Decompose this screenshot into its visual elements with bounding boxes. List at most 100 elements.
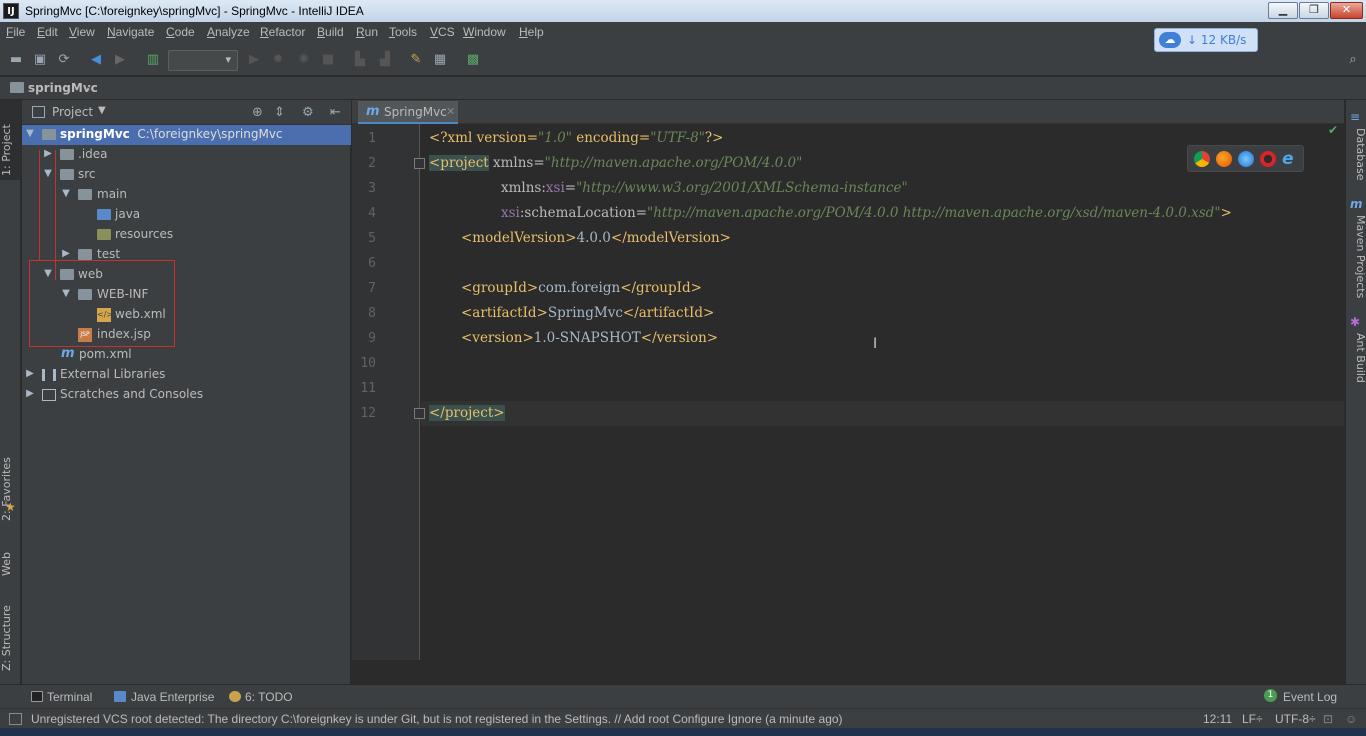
tab-structure[interactable]: Z: Structure	[0, 595, 21, 675]
tab-project[interactable]: 1: Project	[0, 100, 21, 180]
breadcrumb-chevron-icon: ›	[86, 79, 93, 98]
tree-label: pom.xml	[79, 347, 132, 361]
tree-label: springMvc	[60, 127, 130, 141]
maven-icon: m	[61, 346, 75, 361]
tab-web[interactable]: Web	[0, 530, 21, 580]
network-speed: 12 KB/s	[1200, 33, 1247, 47]
event-log-button[interactable]: Event Log	[1283, 690, 1337, 704]
menu-vcs[interactable]: VCS	[430, 25, 455, 39]
java-enterprise-button[interactable]: Java Enterprise	[131, 690, 214, 704]
save-all-icon[interactable]: ▣	[32, 52, 48, 68]
close-button[interactable]: ✕	[1330, 2, 1363, 19]
tab-maven-projects[interactable]: m Maven Projects	[1346, 195, 1366, 305]
tree-path: C:\foreignkey\springMvc	[137, 127, 283, 141]
sdk-icon[interactable]: ▩	[465, 52, 481, 68]
open-folder-icon[interactable]: ▬	[8, 52, 24, 68]
debug-icon[interactable]: ✹	[270, 52, 286, 68]
tree-row-resources[interactable]: resources	[22, 225, 351, 245]
safari-icon[interactable]	[1238, 151, 1254, 167]
stop-icon[interactable]: ■	[320, 52, 336, 68]
terminal-icon	[31, 691, 43, 702]
menu-help[interactable]: Help	[519, 25, 544, 39]
todo-button[interactable]: 6: TODO	[245, 690, 293, 704]
project-structure-icon[interactable]: ▦	[432, 52, 448, 68]
menu-file[interactable]: File	[6, 25, 25, 39]
run-configuration-select[interactable]	[168, 50, 238, 71]
code-line-5: <modelVersion>4.0.0</modelVersion>	[461, 230, 731, 246]
firefox-icon[interactable]	[1216, 151, 1232, 167]
folder-icon	[10, 82, 24, 93]
collapse-all-icon[interactable]: ⇕	[274, 105, 285, 120]
forward-icon[interactable]: ▶	[112, 52, 128, 68]
current-line-highlight	[421, 401, 1344, 426]
menu-tools[interactable]: Tools	[389, 25, 417, 39]
terminal-button[interactable]: Terminal	[47, 690, 92, 704]
project-view-icon	[32, 106, 45, 118]
code-line-2: <project xmlns="http://maven.apache.org/…	[429, 155, 803, 171]
project-view-label[interactable]: Project	[52, 105, 93, 119]
chevron-down-icon[interactable]: ▼	[98, 105, 106, 116]
hide-panel-icon[interactable]: ⇤	[330, 105, 341, 120]
os-taskbar	[0, 728, 1366, 736]
line-number: 2	[368, 156, 376, 171]
menu-edit[interactable]: Edit	[37, 25, 58, 39]
inspection-ok-icon[interactable]: ✔	[1328, 123, 1338, 137]
vcs-update-icon[interactable]: ▙	[352, 52, 368, 68]
run-icon[interactable]: ▶	[246, 52, 262, 68]
tree-row-java[interactable]: java	[22, 205, 351, 225]
menu-window[interactable]: Window	[463, 25, 506, 39]
tree-row-root[interactable]: ▼ springMvc C:\foreignkey\springMvc	[22, 125, 351, 145]
lock-icon[interactable]: ⊡	[1323, 712, 1333, 726]
menu-run[interactable]: Run	[356, 25, 378, 39]
locate-icon[interactable]: ⊕	[252, 105, 263, 120]
gear-icon[interactable]: ⚙	[302, 105, 314, 120]
tree-row-main[interactable]: ▼ main	[22, 185, 351, 205]
minimize-button[interactable]: ▁	[1268, 2, 1298, 19]
fold-marker[interactable]	[414, 408, 425, 419]
back-icon[interactable]: ◀	[88, 52, 104, 68]
tab-pom-springmvc[interactable]: m SpringMvc ✕	[358, 101, 458, 124]
maven-icon: m	[1350, 197, 1363, 211]
settings-wrench-icon[interactable]: ✎	[408, 52, 424, 68]
tree-row-src[interactable]: ▼ src	[22, 165, 351, 185]
menu-build[interactable]: Build	[317, 25, 344, 39]
ant-icon: ✱	[1350, 315, 1361, 329]
internet-explorer-icon[interactable]: e	[1282, 149, 1294, 169]
menu-view[interactable]: View	[69, 25, 95, 39]
sync-icon[interactable]: ⟳	[56, 52, 72, 68]
chrome-icon[interactable]	[1194, 151, 1210, 167]
tree-label: src	[78, 167, 96, 181]
tree-label: java	[115, 207, 141, 221]
coverage-icon[interactable]: ✺	[296, 52, 312, 68]
opera-icon[interactable]	[1260, 151, 1276, 167]
maximize-button[interactable]: ❐	[1299, 2, 1329, 19]
line-separator[interactable]: LF÷	[1242, 712, 1263, 726]
menu-analyze[interactable]: Analyze	[207, 25, 250, 39]
inspector-icon[interactable]: ☺	[1345, 712, 1357, 726]
menu-refactor[interactable]: Refactor	[260, 25, 305, 39]
tab-database[interactable]: ≡ Database	[1346, 108, 1366, 188]
caret-position[interactable]: 12:11	[1203, 712, 1232, 726]
fold-marker[interactable]	[414, 158, 425, 169]
code-line-7: <groupId>com.foreign</groupId>	[461, 280, 702, 296]
line-number: 5	[368, 231, 376, 246]
left-tool-strip: 1: Project 2: Favorites ★ Web Z: Structu…	[0, 100, 21, 684]
close-icon[interactable]: ✕	[446, 105, 455, 118]
menu-navigate[interactable]: Navigate	[107, 25, 154, 39]
tree-row-external-libraries[interactable]: ▶ External Libraries	[22, 365, 351, 385]
tree-row-idea[interactable]: ▶ .idea	[22, 145, 351, 165]
build-project-icon[interactable]: ▥	[145, 52, 161, 68]
search-everywhere-icon[interactable]: ⌕	[1345, 52, 1361, 68]
file-encoding[interactable]: UTF-8÷	[1275, 712, 1316, 726]
tool-windows-toggle-icon[interactable]	[9, 713, 22, 725]
vcs-commit-icon[interactable]: ▟	[377, 52, 393, 68]
code-line-9: <version>1.0-SNAPSHOT</version>	[461, 330, 719, 346]
status-bar: Unregistered VCS root detected: The dire…	[0, 708, 1366, 728]
tab-ant-build[interactable]: ✱ Ant Build	[1346, 313, 1366, 393]
code-line-3: xmlns:xsi="http://www.w3.org/2001/XMLSch…	[501, 180, 908, 196]
menu-code[interactable]: Code	[166, 25, 195, 39]
tree-row-pom-xml[interactable]: m pom.xml	[22, 345, 351, 365]
tree-row-scratches[interactable]: ▶ Scratches and Consoles	[22, 385, 351, 405]
status-message[interactable]: Unregistered VCS root detected: The dire…	[31, 712, 843, 726]
text-cursor-icon: I	[873, 336, 878, 352]
